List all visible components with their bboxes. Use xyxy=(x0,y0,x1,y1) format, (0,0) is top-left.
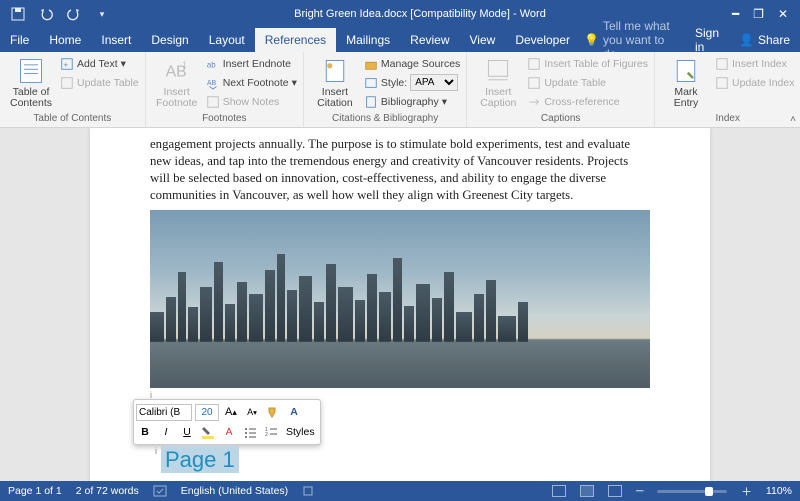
document-area: engagement projects annually. The purpos… xyxy=(0,128,800,481)
skyline-decoration xyxy=(150,252,650,342)
update-index-button[interactable]: Update Index xyxy=(715,74,794,91)
insert-index-button[interactable]: Insert Index xyxy=(715,55,794,72)
show-notes-button[interactable]: Show Notes xyxy=(206,93,297,110)
next-footnote-button[interactable]: ABNext Footnote ▾ xyxy=(206,74,297,91)
tab-home[interactable]: Home xyxy=(39,28,91,52)
font-color-icon[interactable]: A xyxy=(220,424,238,441)
lightbulb-icon: 💡 xyxy=(584,33,599,47)
group-captions: Insert Caption Insert Table of Figures U… xyxy=(467,52,655,127)
cross-reference-button[interactable]: Cross-reference xyxy=(527,93,648,110)
zoom-level[interactable]: 110% xyxy=(766,485,792,497)
sign-in-link[interactable]: Sign in xyxy=(685,26,729,54)
svg-text:ab: ab xyxy=(207,60,216,69)
page-number-text[interactable]: i Page 1 xyxy=(161,446,239,473)
read-mode-icon[interactable] xyxy=(552,485,566,497)
restore-icon[interactable]: ❐ xyxy=(753,7,764,21)
share-button[interactable]: 👤Share xyxy=(729,30,800,50)
italic-icon[interactable]: I xyxy=(157,424,175,441)
numbering-icon[interactable]: 12 xyxy=(262,424,280,441)
qat-customize-icon[interactable]: ▾ xyxy=(92,4,112,24)
tab-developer[interactable]: Developer xyxy=(505,28,580,52)
svg-text:+: + xyxy=(64,60,69,69)
redo-icon[interactable] xyxy=(64,4,84,24)
tab-mailings[interactable]: Mailings xyxy=(336,28,400,52)
ribbon: Table of Contents +Add Text ▾ Update Tab… xyxy=(0,52,800,128)
style-select[interactable]: APA xyxy=(410,74,458,91)
bullets-icon[interactable] xyxy=(241,424,259,441)
group-label: Index xyxy=(661,111,794,127)
minimize-icon[interactable]: ━ xyxy=(732,7,739,21)
group-label: Table of Contents xyxy=(6,111,139,127)
bold-icon[interactable]: B xyxy=(136,424,154,441)
tab-view[interactable]: View xyxy=(460,28,506,52)
group-label: Citations & Bibliography xyxy=(310,111,460,127)
print-layout-icon[interactable] xyxy=(580,485,594,497)
body-paragraph[interactable]: engagement projects annually. The purpos… xyxy=(150,136,650,204)
format-painter-icon[interactable] xyxy=(264,404,282,421)
insert-citation-button[interactable]: Insert Citation xyxy=(310,55,360,111)
citation-style[interactable]: Style: APA xyxy=(364,74,460,91)
macro-record-icon[interactable] xyxy=(302,485,314,497)
status-bar: Page 1 of 1 2 of 72 words English (Unite… xyxy=(0,481,800,501)
zoom-in-icon[interactable]: ＋ xyxy=(741,484,752,499)
grow-font-icon[interactable]: A▴ xyxy=(222,404,240,421)
zoom-out-icon[interactable]: ─ xyxy=(636,485,643,497)
table-of-contents-button[interactable]: Table of Contents xyxy=(6,55,56,111)
shrink-font-icon[interactable]: A▾ xyxy=(243,404,261,421)
group-index: Mark Entry Insert Index Update Index Ind… xyxy=(655,52,800,127)
menu-tabs: File Home Insert Design Layout Reference… xyxy=(0,28,800,52)
bibliography-button[interactable]: Bibliography ▾ xyxy=(364,93,460,110)
group-toc: Table of Contents +Add Text ▾ Update Tab… xyxy=(0,52,146,127)
spellcheck-icon[interactable] xyxy=(153,485,167,497)
tab-file[interactable]: File xyxy=(0,28,39,52)
svg-text:AB: AB xyxy=(207,79,217,86)
tab-design[interactable]: Design xyxy=(141,28,198,52)
manage-sources-button[interactable]: Manage Sources xyxy=(364,55,460,72)
update-table-button[interactable]: Update Table xyxy=(60,74,139,91)
group-label: Captions xyxy=(473,111,648,127)
update-captions-button[interactable]: Update Table xyxy=(527,74,648,91)
group-label: Footnotes xyxy=(152,111,297,127)
insert-footnote-button[interactable]: AB1 Insert Footnote xyxy=(152,55,202,111)
footnote-reference-mark: i xyxy=(155,446,157,456)
mini-font-size[interactable] xyxy=(195,404,219,421)
styles-icon[interactable]: A xyxy=(285,404,303,421)
share-icon: 👤 xyxy=(739,33,754,47)
word-count[interactable]: 2 of 72 words xyxy=(76,485,139,497)
zoom-slider[interactable] xyxy=(657,490,727,493)
tab-insert[interactable]: Insert xyxy=(91,28,141,52)
collapse-ribbon-icon[interactable]: ˄ xyxy=(790,114,796,125)
styles-label[interactable]: Styles xyxy=(283,424,318,441)
svg-text:1: 1 xyxy=(182,61,186,70)
tab-review[interactable]: Review xyxy=(400,28,459,52)
add-text-button[interactable]: +Add Text ▾ xyxy=(60,55,139,72)
insert-table-figures-button[interactable]: Insert Table of Figures xyxy=(527,55,648,72)
mini-font-select[interactable] xyxy=(136,404,192,421)
tab-references[interactable]: References xyxy=(255,28,336,52)
language-indicator[interactable]: English (United States) xyxy=(181,485,288,497)
insert-caption-button[interactable]: Insert Caption xyxy=(473,55,523,111)
undo-icon[interactable] xyxy=(36,4,56,24)
close-icon[interactable]: ✕ xyxy=(778,7,788,21)
save-icon[interactable] xyxy=(8,4,28,24)
highlight-icon[interactable] xyxy=(199,424,217,441)
mark-entry-button[interactable]: Mark Entry xyxy=(661,55,711,111)
page-indicator[interactable]: Page 1 of 1 xyxy=(8,485,62,497)
mini-toolbar: A▴ A▾ A B I U A 12 Styles xyxy=(133,399,321,445)
group-citations: Insert Citation Manage Sources Style: AP… xyxy=(304,52,467,127)
group-footnotes: AB1 Insert Footnote abInsert Endnote ABN… xyxy=(146,52,304,127)
underline-icon[interactable]: U xyxy=(178,424,196,441)
svg-text:2: 2 xyxy=(265,432,268,438)
inline-image[interactable] xyxy=(150,210,650,388)
web-layout-icon[interactable] xyxy=(608,485,622,497)
insert-endnote-button[interactable]: abInsert Endnote xyxy=(206,55,297,72)
tab-layout[interactable]: Layout xyxy=(199,28,255,52)
